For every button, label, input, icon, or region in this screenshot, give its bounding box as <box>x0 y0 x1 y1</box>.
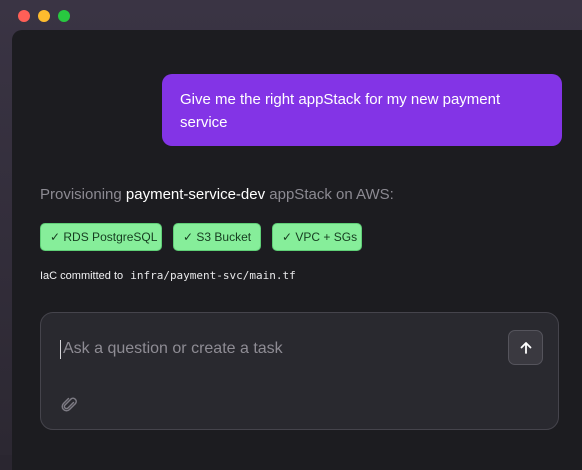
arrow-up-icon <box>520 341 531 354</box>
provisioning-status: Provisioning payment-service-dev appStac… <box>40 186 394 203</box>
close-window-button[interactable] <box>18 10 30 22</box>
iac-prefix: IaC committed to <box>40 270 124 282</box>
provisioning-suffix: appStack on AWS: <box>269 186 394 203</box>
send-button[interactable] <box>508 330 543 365</box>
chat-panel: Give me the right appStack for my new pa… <box>12 30 582 470</box>
resource-chip-s3: ✓ S3 Bucket <box>173 223 261 251</box>
user-message-text: Give me the right appStack for my new pa… <box>180 91 501 131</box>
attach-button[interactable] <box>60 395 80 415</box>
message-composer <box>40 312 559 430</box>
app-window: Give me the right appStack for my new pa… <box>0 0 582 470</box>
stack-name: payment-service-dev <box>125 186 266 203</box>
title-bar <box>0 0 582 30</box>
iac-commit-line: IaC committed to infra/payment-svc/main.… <box>40 269 296 282</box>
zoom-window-button[interactable] <box>58 10 70 22</box>
minimize-window-button[interactable] <box>38 10 50 22</box>
provisioning-prefix: Provisioning <box>40 186 122 203</box>
paperclip-icon <box>61 397 77 412</box>
resource-chip-vpc: ✓ VPC + SGs <box>272 223 362 251</box>
resource-chip-rds: ✓ RDS PostgreSQL <box>40 223 162 251</box>
prompt-input[interactable] <box>63 337 483 361</box>
iac-file-path: infra/payment-svc/main.tf <box>130 269 296 282</box>
text-cursor <box>60 340 61 359</box>
user-message-bubble: Give me the right appStack for my new pa… <box>162 74 562 146</box>
